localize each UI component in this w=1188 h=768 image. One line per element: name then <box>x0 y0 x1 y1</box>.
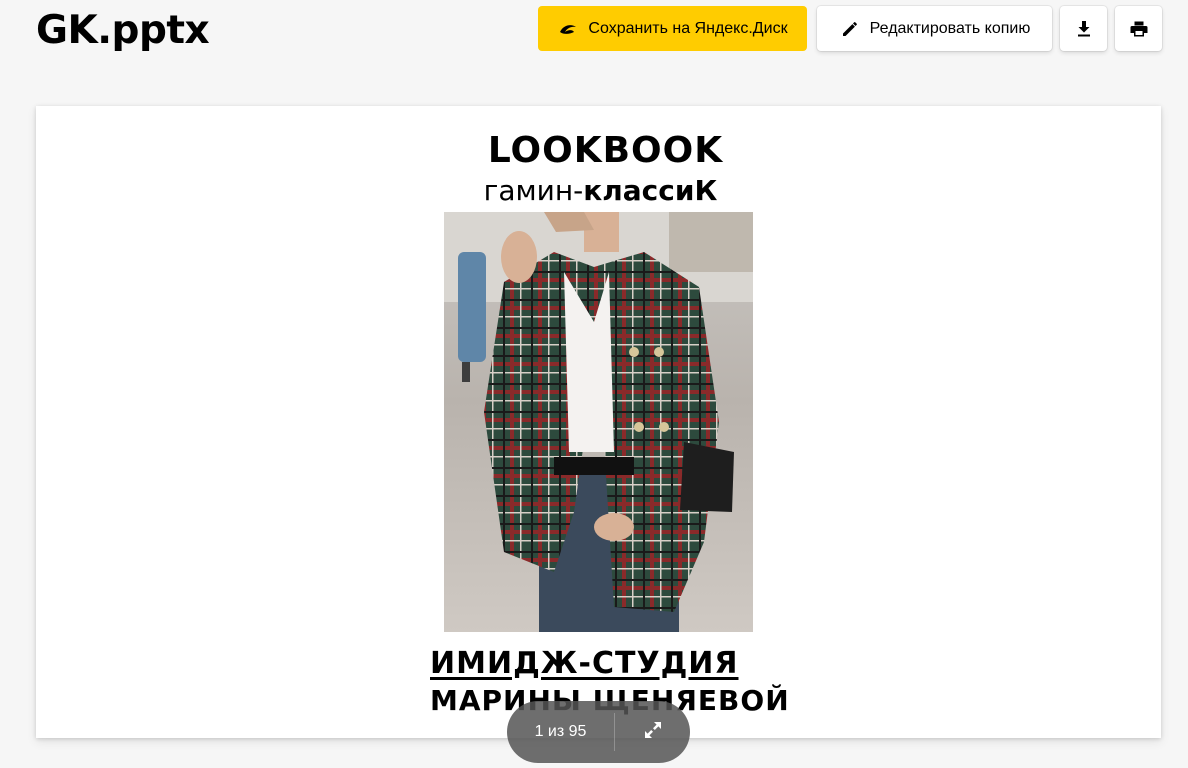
print-icon <box>1128 18 1150 40</box>
save-to-disk-button[interactable]: Сохранить на Яндекс.Диск <box>538 6 807 51</box>
fullscreen-button[interactable] <box>615 701 690 763</box>
download-button[interactable] <box>1060 6 1107 51</box>
slide-heading: LOOKBOOK <box>487 130 724 171</box>
slide-preview: LOOKBOOK гамин-классиК ИМИДЖ-СТУДИЯ МАРИ… <box>36 106 1161 738</box>
document-title: GK.pptx <box>36 8 210 53</box>
page-counter: 1 из 95 <box>534 723 587 740</box>
save-button-label: Сохранить на Яндекс.Диск <box>588 19 788 37</box>
download-icon <box>1073 18 1095 40</box>
disk-icon <box>557 18 579 40</box>
expand-icon <box>643 720 663 745</box>
edit-button-label: Редактировать копию <box>869 19 1031 37</box>
slide-subheading: гамин-классиК <box>36 174 1161 207</box>
lookbook-photo <box>444 212 753 632</box>
subheading-bold: классиК <box>583 174 718 207</box>
pencil-icon <box>839 18 861 40</box>
edit-copy-button[interactable]: Редактировать копию <box>817 6 1052 51</box>
subheading-light: гамин- <box>483 174 584 207</box>
print-button[interactable] <box>1115 6 1162 51</box>
slide-pager: 1 из 95 <box>507 701 690 763</box>
studio-name-line1: ИМИДЖ-СТУДИЯ <box>430 646 739 681</box>
